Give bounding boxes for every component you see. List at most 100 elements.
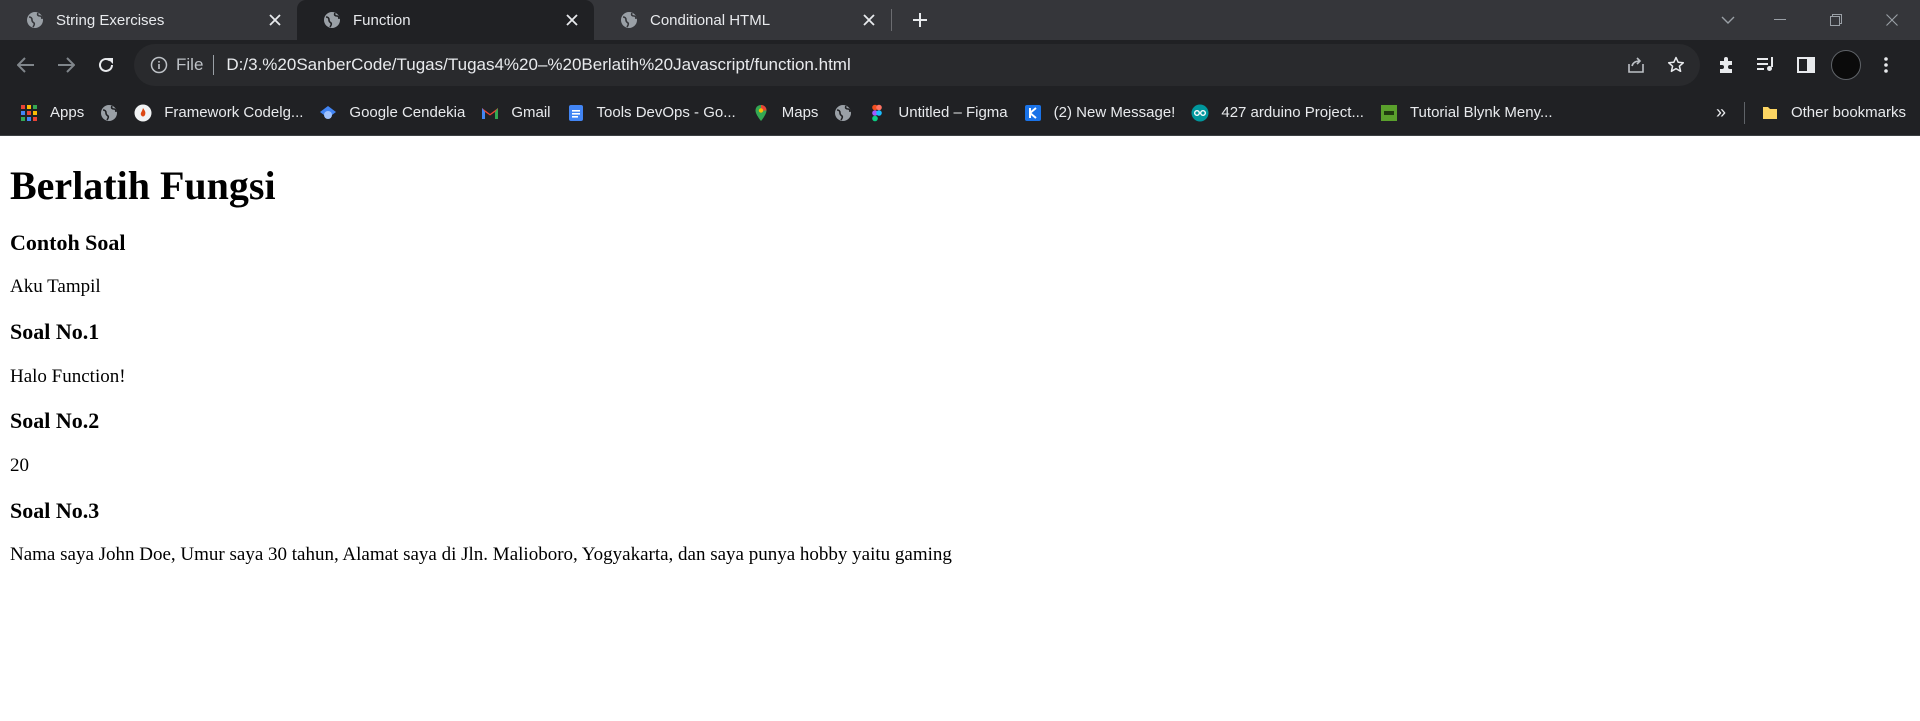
restore-button[interactable] <box>1808 0 1864 40</box>
plus-icon <box>913 13 927 27</box>
bookmark-label: Tutorial Blynk Meny... <box>1409 104 1553 121</box>
close-tab-icon[interactable] <box>562 10 582 30</box>
tab-conditional-html[interactable]: Conditional HTML <box>594 0 891 40</box>
media-control-button[interactable] <box>1746 45 1786 85</box>
bookmark-star-button[interactable] <box>1656 45 1696 85</box>
extensions-button[interactable] <box>1706 45 1746 85</box>
bookmark-globe-2[interactable] <box>826 97 860 129</box>
tab-search-button[interactable] <box>1704 0 1752 40</box>
tab-title: Conditional HTML <box>650 11 771 29</box>
section-heading: Contoh Soal <box>10 230 126 255</box>
bookmark-label: Maps <box>781 104 819 121</box>
back-button[interactable] <box>6 45 46 85</box>
bookmark-framework-codeigniter[interactable]: Framework Codelg... <box>126 97 311 129</box>
side-panel-icon <box>1797 57 1815 73</box>
avatar <box>1831 50 1861 80</box>
page-content: Berlatih Fungsi Contoh Soal Aku Tampil S… <box>0 162 1920 567</box>
section-output: Aku Tampil <box>10 276 101 298</box>
section-output: Nama saya John Doe, Umur saya 30 tahun, … <box>10 543 952 565</box>
info-icon[interactable] <box>150 56 168 74</box>
globe-icon <box>27 12 43 28</box>
section-heading: Soal No.1 <box>10 319 100 345</box>
more-bookmarks-button[interactable]: » <box>1706 97 1736 129</box>
tab-title: String Exercises <box>56 11 165 29</box>
section-heading: Soal No.2 <box>10 408 100 434</box>
chevron-down-icon <box>1721 16 1735 24</box>
arrow-right-icon <box>58 57 75 73</box>
playlist-icon <box>1757 57 1773 71</box>
globe-icon <box>101 104 118 121</box>
figma-icon <box>872 104 883 121</box>
section-output: 20 <box>10 454 29 476</box>
bookmarks-bar: Apps Framework Codelg... Google Cendekia… <box>0 90 1920 136</box>
arrow-left-icon <box>17 57 34 73</box>
section-heading: Soal No.3 <box>10 497 100 523</box>
globe-icon <box>621 12 637 28</box>
restore-icon <box>1830 14 1842 26</box>
bookmark-label: 427 arduino Project... <box>1221 104 1364 121</box>
minimize-button[interactable] <box>1752 0 1808 40</box>
tab-strip: String Exercises Function Conditional HT… <box>0 0 1920 40</box>
bookmark-label: Apps <box>50 104 85 121</box>
puzzle-icon <box>1720 57 1732 73</box>
bookmark-label: Untitled – Figma <box>898 104 1008 121</box>
section-output: Halo Function! <box>10 365 126 387</box>
codelgniter-icon <box>134 104 152 121</box>
arduino-icon <box>1191 104 1209 121</box>
forward-button[interactable] <box>46 45 86 85</box>
tab-function[interactable]: Function <box>297 0 594 40</box>
tab-string-exercises[interactable]: String Exercises <box>0 0 297 40</box>
bookmark-label: Gmail <box>511 104 551 121</box>
address-bar[interactable]: File D:/3.%20SanberCode/Tugas/Tugas4%20–… <box>134 44 1700 86</box>
toolbar-actions <box>1706 45 1906 85</box>
other-bookmarks-label: Other bookmarks <box>1790 104 1906 121</box>
scholar-icon <box>320 105 337 119</box>
profile-button[interactable] <box>1826 45 1866 85</box>
bookmark-arduino[interactable]: 427 arduino Project... <box>1183 97 1372 129</box>
bookmark-label: Tools DevOps - Go... <box>596 104 736 121</box>
bookmark-tutorial-blynk[interactable]: Tutorial Blynk Meny... <box>1372 97 1561 129</box>
bookmarks-right: » Other bookmarks <box>1706 90 1914 135</box>
close-tab-icon[interactable] <box>859 10 879 30</box>
side-panel-button[interactable] <box>1786 45 1826 85</box>
other-bookmarks-folder[interactable]: Other bookmarks <box>1753 97 1914 129</box>
bookmark-tools-devops[interactable]: Tools DevOps - Go... <box>559 97 744 129</box>
message-icon <box>1024 104 1041 121</box>
maps-pin-icon <box>755 104 767 121</box>
bookmark-globe[interactable] <box>92 97 126 129</box>
bookmark-google-cendekia[interactable]: Google Cendekia <box>311 97 473 129</box>
gmail-icon <box>482 107 499 119</box>
folder-icon <box>1762 106 1777 119</box>
apps-grid-icon <box>21 104 37 121</box>
bookmarks-divider <box>1743 101 1745 124</box>
iot-icon <box>1380 104 1397 121</box>
reload-icon <box>99 57 113 72</box>
kebab-menu-icon <box>1884 57 1888 73</box>
bookmark-new-message[interactable]: (2) New Message! <box>1016 97 1184 129</box>
address-divider <box>213 55 215 75</box>
toolbar: File D:/3.%20SanberCode/Tugas/Tugas4%20–… <box>0 40 1920 90</box>
minimize-icon <box>1774 19 1786 20</box>
share-button[interactable] <box>1616 45 1656 85</box>
bookmark-apps[interactable]: Apps <box>12 97 92 129</box>
close-icon <box>1886 14 1898 26</box>
url-scheme-label: File <box>176 55 204 74</box>
reload-button[interactable] <box>86 45 126 85</box>
bookmark-gmail[interactable]: Gmail <box>473 97 558 129</box>
close-window-button[interactable] <box>1864 0 1920 40</box>
url-text[interactable]: D:/3.%20SanberCode/Tugas/Tugas4%20–%20Be… <box>226 55 1616 75</box>
close-tab-icon[interactable] <box>265 10 285 30</box>
bookmark-label: Google Cendekia <box>349 104 466 121</box>
bookmark-label: Framework Codelg... <box>164 104 304 121</box>
share-icon <box>1628 57 1644 73</box>
page-title: Berlatih Fungsi <box>10 163 276 208</box>
menu-button[interactable] <box>1866 45 1906 85</box>
bookmark-maps[interactable]: Maps <box>744 97 827 129</box>
new-tab-button[interactable] <box>900 0 940 40</box>
bookmark-figma[interactable]: Untitled – Figma <box>860 97 1015 129</box>
bookmark-label: (2) New Message! <box>1053 104 1176 121</box>
window-controls <box>1704 0 1920 40</box>
globe-icon <box>835 104 852 121</box>
star-icon <box>1667 56 1685 73</box>
globe-icon <box>324 12 340 28</box>
